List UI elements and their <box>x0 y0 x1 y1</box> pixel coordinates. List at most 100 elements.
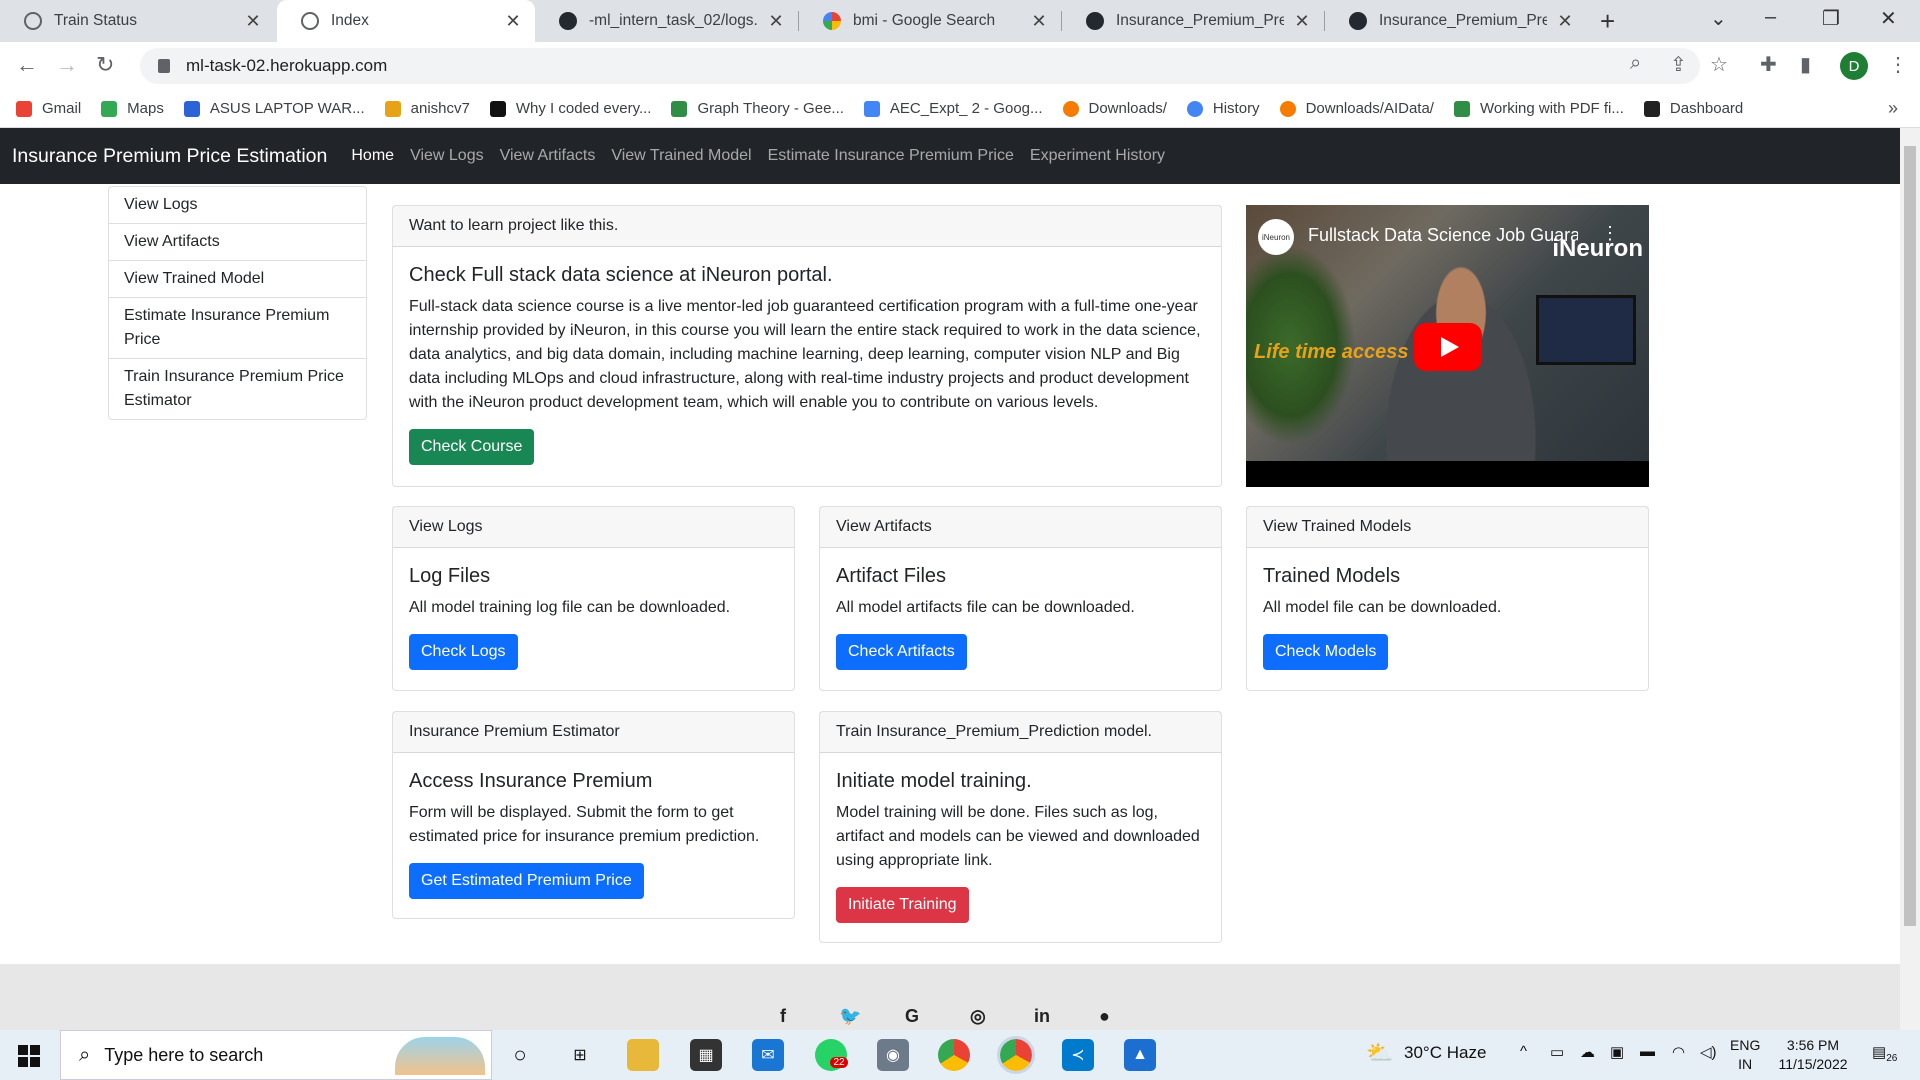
system-clock[interactable]: 3:56 PM 11/15/2022 <box>1772 1036 1854 1074</box>
twitter-icon[interactable]: 🐦 <box>839 1006 861 1027</box>
show-hidden-icons[interactable]: ^ <box>1520 1043 1527 1060</box>
wifi-icon[interactable]: ◠ <box>1672 1043 1685 1061</box>
bookmark-star-icon[interactable]: ☆ <box>1710 52 1728 77</box>
google-icon[interactable]: G <box>905 1006 919 1027</box>
bookmark-pdf[interactable]: Working with PDF fi... <box>1453 100 1624 117</box>
photos-icon[interactable]: ▲ <box>1124 1039 1156 1071</box>
tab-google-search[interactable]: bmi - Google Search ✕ <box>799 0 1061 42</box>
get-estimated-price-button[interactable]: Get Estimated Premium Price <box>409 863 644 899</box>
youtube-video-embed[interactable]: iNeuron Fullstack Data Science Job Guara… <box>1246 205 1649 487</box>
tab-train-status[interactable]: Train Status ✕ <box>0 0 275 42</box>
bookmark-dashboard[interactable]: Dashboard <box>1643 100 1743 117</box>
tray-app-icon[interactable]: ▣ <box>1610 1043 1624 1061</box>
sidebar-item-view-artifacts[interactable]: View Artifacts <box>109 224 366 261</box>
close-icon[interactable]: ✕ <box>1555 11 1575 32</box>
bookmark-aec-expt[interactable]: AEC_Expt_ 2 - Goog... <box>863 100 1043 117</box>
video-thumbnail-person <box>1366 255 1556 487</box>
meet-now-icon[interactable]: ▭ <box>1550 1043 1564 1061</box>
check-course-button[interactable]: Check Course <box>409 429 535 465</box>
sidebar-item-train-estimator[interactable]: Train Insurance Premium Price Estimator <box>109 359 366 419</box>
bookmark-anishcv7[interactable]: anishcv7 <box>384 100 470 117</box>
zoom-icon[interactable]: ⌕ <box>1630 52 1641 75</box>
taskbar-search-box[interactable]: ⌕ Type here to search <box>60 1030 492 1080</box>
tab-search-icon[interactable]: ⌄ <box>1710 6 1727 31</box>
side-panel-icon[interactable]: ▮ <box>1800 52 1811 77</box>
minimize-icon[interactable]: – <box>1765 6 1776 29</box>
bookmark-maps[interactable]: Maps <box>101 100 164 117</box>
whatsapp-icon[interactable]: 22 <box>815 1039 848 1071</box>
linkedin-icon[interactable]: in <box>1034 1006 1050 1027</box>
language-indicator[interactable]: ENG IN <box>1730 1036 1760 1074</box>
bookmark-why-i-coded[interactable]: Why I coded every... <box>489 100 651 117</box>
weather-text[interactable]: 30°C Haze <box>1404 1043 1486 1063</box>
vscode-icon[interactable]: ≺ <box>1062 1039 1094 1071</box>
close-icon[interactable]: ✕ <box>1029 11 1049 32</box>
sidebar-item-view-logs[interactable]: View Logs <box>109 187 366 224</box>
tab-logs-png[interactable]: -ml_intern_task_02/logs.png ✕ <box>535 0 798 42</box>
url-text[interactable]: ml-task-02.herokuapp.com <box>186 56 387 76</box>
window-close-icon[interactable]: ✕ <box>1880 6 1897 31</box>
reload-icon[interactable]: ↻ <box>96 52 114 78</box>
check-logs-button[interactable]: Check Logs <box>409 634 518 670</box>
close-icon[interactable]: ✕ <box>766 11 786 32</box>
mail-icon[interactable]: ✉ <box>752 1039 784 1071</box>
restore-icon[interactable]: ❐ <box>1822 6 1840 31</box>
forward-icon[interactable]: → <box>56 52 78 78</box>
nav-view-trained-model[interactable]: View Trained Model <box>611 147 751 165</box>
sidebar-item-view-trained-model[interactable]: View Trained Model <box>109 261 366 298</box>
bookmark-downloads-aidata[interactable]: Downloads/AIData/ <box>1279 100 1434 117</box>
bookmark-gmail[interactable]: Gmail <box>16 100 81 117</box>
menu-icon[interactable]: ⋮ <box>1888 52 1908 77</box>
task-view-icon[interactable]: ⊞ <box>564 1039 596 1071</box>
volume-icon[interactable]: ◁) <box>1700 1043 1717 1061</box>
nav-home[interactable]: Home <box>351 147 394 165</box>
initiate-training-button[interactable]: Initiate Training <box>836 887 969 923</box>
bookmark-asus[interactable]: ASUS LAPTOP WAR... <box>183 100 365 117</box>
notification-icon[interactable]: ▤26 <box>1872 1043 1897 1064</box>
back-icon[interactable]: ← <box>16 52 38 78</box>
tab-index[interactable]: Index ✕ <box>277 0 535 42</box>
windows-start-icon[interactable] <box>18 1045 40 1067</box>
camera-icon[interactable]: ◉ <box>877 1039 909 1071</box>
video-title[interactable]: Fullstack Data Science Job Guara... <box>1308 225 1578 246</box>
video-bottom-bar <box>1246 461 1649 487</box>
more-bookmarks-icon[interactable]: » <box>1888 98 1898 119</box>
microsoft-store-icon[interactable]: ▦ <box>690 1039 722 1071</box>
bookmark-downloads[interactable]: Downloads/ <box>1062 100 1167 117</box>
nav-experiment-history[interactable]: Experiment History <box>1030 147 1165 165</box>
check-models-button[interactable]: Check Models <box>1263 634 1389 670</box>
instagram-icon[interactable]: ◎ <box>970 1006 986 1027</box>
close-icon[interactable]: ✕ <box>243 11 263 32</box>
weather-icon[interactable]: ⛅ <box>1366 1040 1393 1066</box>
battery-icon[interactable]: ▬ <box>1640 1043 1655 1060</box>
play-button-icon[interactable] <box>1414 323 1482 371</box>
page-scrollbar[interactable] <box>1900 128 1920 1030</box>
tab-github-repo-2[interactable]: Insurance_Premium_Predicti ✕ <box>1325 0 1587 42</box>
github-icon[interactable]: ● <box>1099 1006 1110 1027</box>
chrome-icon[interactable] <box>938 1039 970 1071</box>
jupyter-icon <box>1062 100 1079 117</box>
cortana-icon[interactable]: ○ <box>504 1039 536 1071</box>
nav-view-logs[interactable]: View Logs <box>410 147 484 165</box>
scrollbar-thumb[interactable] <box>1904 146 1916 926</box>
nav-estimate-premium[interactable]: Estimate Insurance Premium Price <box>768 147 1014 165</box>
bookmark-graph-theory[interactable]: Graph Theory - Gee... <box>671 100 844 117</box>
new-tab-button[interactable]: + <box>1600 6 1615 37</box>
onedrive-icon[interactable]: ☁ <box>1580 1043 1595 1061</box>
chrome-profile-icon[interactable] <box>997 1036 1035 1074</box>
address-bar[interactable]: ml-task-02.herokuapp.com <box>140 48 1700 84</box>
navbar-brand[interactable]: Insurance Premium Price Estimation <box>12 145 327 168</box>
facebook-icon[interactable]: f <box>780 1006 786 1027</box>
file-explorer-icon[interactable] <box>627 1039 659 1071</box>
channel-logo[interactable]: iNeuron <box>1258 219 1294 255</box>
extensions-icon[interactable]: ✚ <box>1760 52 1777 77</box>
share-icon[interactable]: ⇪ <box>1670 52 1687 77</box>
bookmark-history[interactable]: History <box>1186 100 1260 117</box>
sidebar-item-estimate-premium[interactable]: Estimate Insurance Premium Price <box>109 298 366 359</box>
close-icon[interactable]: ✕ <box>503 11 523 32</box>
close-icon[interactable]: ✕ <box>1292 11 1312 32</box>
tab-github-repo-1[interactable]: Insurance_Premium_Predicti ✕ <box>1062 0 1324 42</box>
nav-view-artifacts[interactable]: View Artifacts <box>500 147 596 165</box>
check-artifacts-button[interactable]: Check Artifacts <box>836 634 967 670</box>
profile-avatar[interactable]: D <box>1840 52 1868 80</box>
